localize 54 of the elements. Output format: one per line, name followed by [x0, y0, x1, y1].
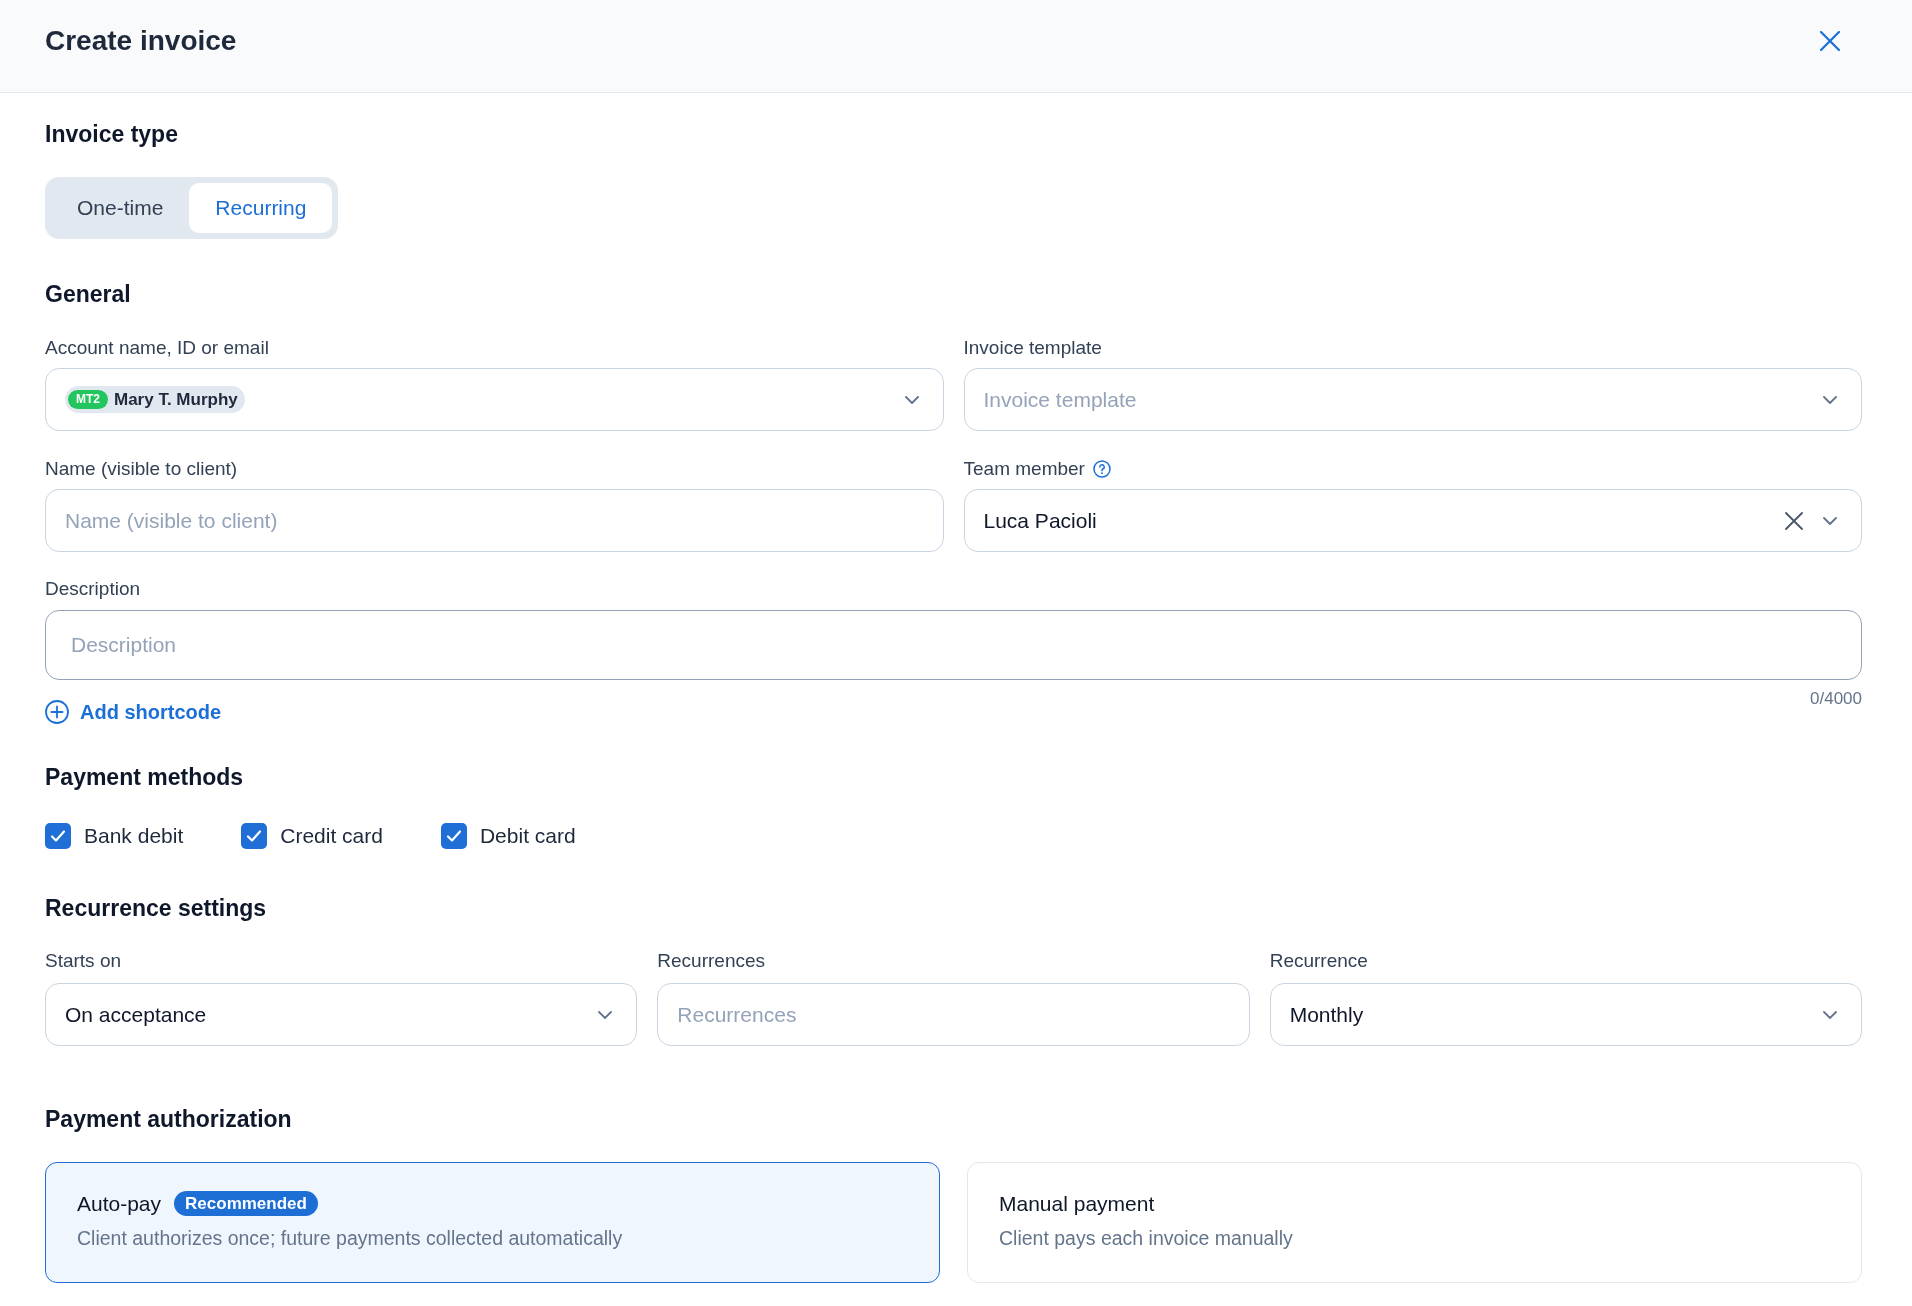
chevron-down-icon	[1823, 395, 1837, 404]
field-label: Name (visible to client)	[45, 457, 238, 481]
help-icon[interactable]	[1092, 460, 1111, 478]
chevron-down-icon	[904, 395, 919, 404]
tab[interactable]: Recurring	[189, 183, 333, 233]
field-label: Description	[45, 577, 141, 601]
field-label: Account name, ID or email	[45, 336, 269, 360]
dropdown-input[interactable]: On acceptance	[65, 998, 579, 1031]
checkbox[interactable]	[440, 823, 467, 849]
field-label: Recurrences	[657, 949, 766, 973]
chevron-down-icon	[1823, 516, 1837, 525]
add-shortcode-link[interactable]: Add shortcode	[80, 700, 222, 724]
account-name: Mary T. Murphy	[114, 388, 238, 411]
section-heading: Payment authorization	[45, 1105, 292, 1133]
character-counter: 0/4000	[1810, 689, 1862, 709]
text-field[interactable]: Recurrences	[657, 983, 1250, 1046]
chevron-down-icon	[598, 1010, 613, 1019]
section-heading: Payment methods	[45, 763, 244, 791]
section-heading: Recurrence settings	[45, 894, 267, 922]
dropdown[interactable]: Invoice template	[963, 368, 1862, 431]
checkbox-label: Credit card	[280, 823, 383, 849]
checkbox[interactable]	[45, 823, 71, 849]
option-description: Client pays each invoice manually	[999, 1226, 1293, 1250]
section-heading: General	[45, 280, 131, 308]
field-label: Team member	[963, 457, 1085, 481]
option-description: Client authorizes once; future payments collected automatically	[77, 1226, 623, 1250]
dropdown-input[interactable]: Monthly	[1289, 998, 1803, 1031]
checkbox-label: Debit card	[479, 823, 576, 849]
dropdown-input[interactable]: Luca Pacioli	[983, 504, 1765, 537]
dropdown-input[interactable]: Invoice template	[983, 383, 1803, 416]
option-card[interactable]: Manual payment Client pays each invoice manually	[967, 1162, 1862, 1283]
field-label: Recurrence	[1269, 949, 1368, 973]
checkbox-label: Bank debit	[84, 823, 184, 849]
dropdown[interactable]: MT2 Mary T. Murphy	[45, 368, 944, 431]
dropdown[interactable]: Monthly	[1269, 983, 1862, 1046]
badge: Recommended	[174, 1191, 318, 1216]
checkbox[interactable]	[241, 823, 268, 849]
clear-icon[interactable]	[1785, 511, 1803, 530]
text-field[interactable]: Name (visible to client)	[45, 489, 944, 552]
field-label: Invoice template	[963, 336, 1102, 360]
initials-badge: MT2	[68, 390, 108, 409]
option-title: Manual payment	[999, 1190, 1155, 1217]
dropdown[interactable]: On acceptance	[45, 983, 638, 1046]
tab[interactable]: One-time	[51, 183, 190, 233]
field-label: Starts on	[45, 949, 122, 973]
plus-circle-icon[interactable]	[45, 700, 69, 724]
dropdown[interactable]: Luca Pacioli	[963, 489, 1862, 552]
option-card[interactable]: Auto-pay Recommended Client authorizes once; future payments collected automatically	[45, 1162, 940, 1283]
section-heading: Invoice type	[45, 120, 178, 148]
description-field[interactable]: Description	[45, 610, 1862, 680]
chevron-down-icon	[1823, 1010, 1837, 1019]
option-title: Auto-pay	[77, 1190, 162, 1217]
close-icon[interactable]	[1820, 31, 1840, 51]
page-title: Create invoice	[45, 24, 237, 58]
